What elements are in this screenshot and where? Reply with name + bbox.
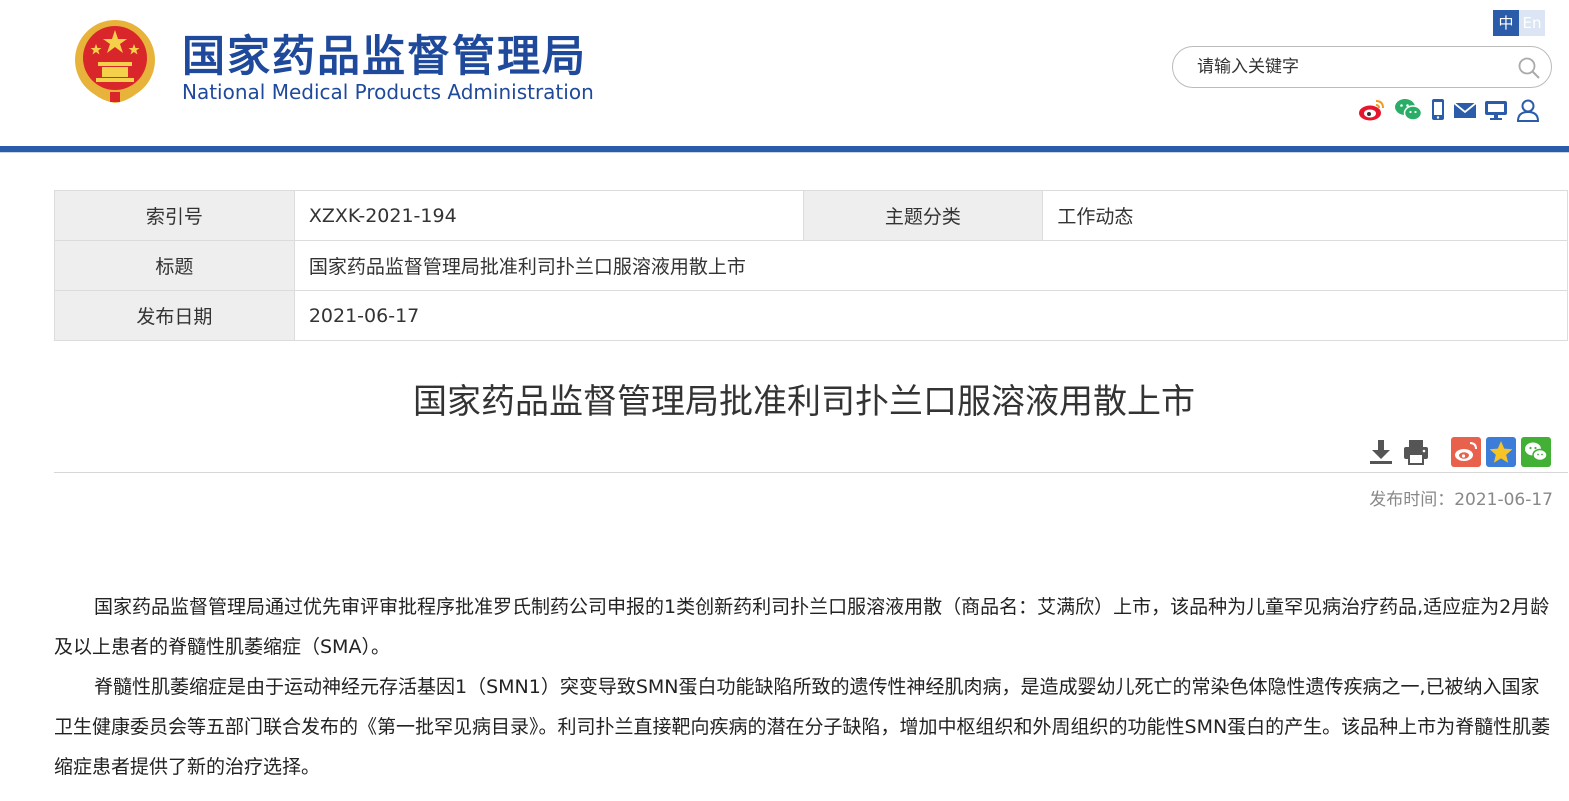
publish-time: 发布时间：2021-06-17 xyxy=(1369,490,1553,510)
national-emblem-icon[interactable] xyxy=(72,16,158,104)
title-divider xyxy=(54,472,1568,473)
weibo-icon[interactable] xyxy=(1358,98,1386,124)
share-weibo-icon[interactable] xyxy=(1451,437,1481,467)
paragraph-text: 脊髓性肌萎缩症是由于运动神经元存活基因1（SMN1）突变导致SMN蛋白功能缺陷所… xyxy=(54,676,1551,778)
wechat-icon[interactable] xyxy=(1394,98,1422,124)
title-label: 标题 xyxy=(54,240,295,291)
table-row: 索引号 XZXK-2021-194 主题分类 工作动态 xyxy=(54,190,1568,241)
search-input[interactable] xyxy=(1197,55,1497,79)
site-name-en[interactable]: National Medical Products Administration xyxy=(182,80,594,104)
index-label: 索引号 xyxy=(54,190,295,241)
table-row: 标题 国家药品监督管理局批准利司扑兰口服溶液用散上市 xyxy=(54,240,1569,291)
header-divider-line xyxy=(0,152,1569,153)
paragraph-text: 国家药品监督管理局通过优先审评审批程序批准罗氏制药公司申报的1类创新药利司扑兰口… xyxy=(54,596,1550,658)
share-wechat-icon[interactable] xyxy=(1521,437,1551,467)
article-title: 国家药品监督管理局批准利司扑兰口服溶液用散上市 xyxy=(413,382,1195,422)
print-icon[interactable] xyxy=(1401,437,1431,467)
mobile-icon[interactable] xyxy=(1430,98,1446,124)
category-label: 主题分类 xyxy=(802,190,1044,241)
date-value: 2021-06-17 xyxy=(293,290,1569,341)
lang-en-button[interactable]: En xyxy=(1519,10,1545,36)
favorite-icon[interactable] xyxy=(1486,437,1516,467)
lang-cn-button[interactable]: 中 xyxy=(1493,10,1519,36)
site-name-cn[interactable]: 国家药品监督管理局 xyxy=(182,22,587,84)
article-info-table: 索引号 XZXK-2021-194 主题分类 工作动态 标题 国家药品监督管理局… xyxy=(54,190,1569,341)
category-value: 工作动态 xyxy=(1042,190,1568,241)
mail-icon[interactable] xyxy=(1453,98,1477,124)
search-icon[interactable] xyxy=(1517,56,1541,80)
site-header: 国家药品监督管理局 National Medical Products Admi… xyxy=(0,0,1569,146)
table-row: 发布日期 2021-06-17 xyxy=(54,290,1569,341)
monitor-icon[interactable] xyxy=(1484,98,1508,124)
index-value: XZXK-2021-194 xyxy=(293,190,804,241)
search-box xyxy=(1172,46,1552,88)
title-value: 国家药品监督管理局批准利司扑兰口服溶液用散上市 xyxy=(293,240,1569,291)
download-icon[interactable] xyxy=(1366,437,1396,467)
user-icon[interactable] xyxy=(1516,98,1540,124)
article-paragraph: 脊髓性肌萎缩症是由于运动神经元存活基因1（SMN1）突变导致SMN蛋白功能缺陷所… xyxy=(54,667,1554,787)
article-paragraph: 国家药品监督管理局通过优先审评审批程序批准罗氏制药公司申报的1类创新药利司扑兰口… xyxy=(54,587,1554,667)
date-label: 发布日期 xyxy=(54,290,295,341)
